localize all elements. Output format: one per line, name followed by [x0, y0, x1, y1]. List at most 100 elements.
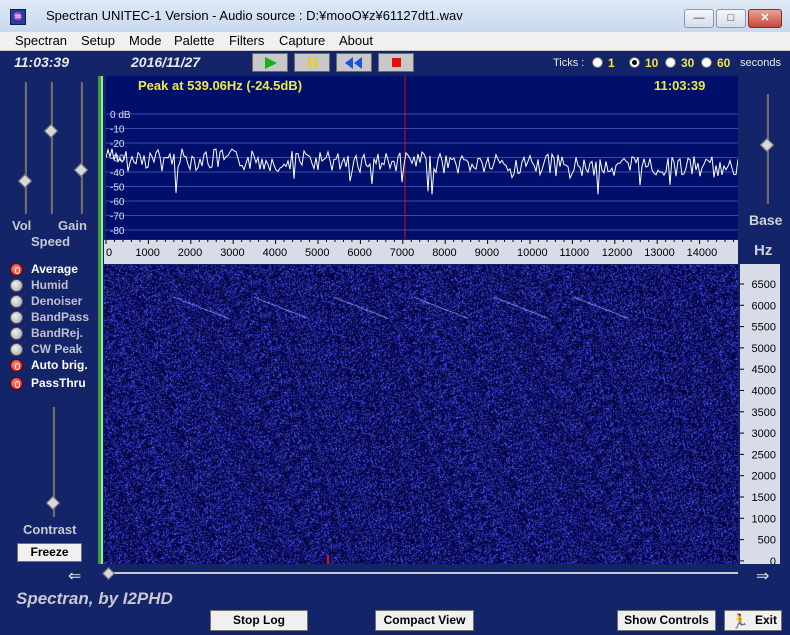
ticks-value-1: 1 [608, 56, 615, 70]
stop-log-button[interactable]: Stop Log [210, 610, 308, 631]
hz-label: 0 [770, 556, 776, 564]
freq-label: 11000 [559, 247, 589, 259]
compact-view-button[interactable]: Compact View [375, 610, 474, 631]
ticks-radio-30[interactable] [665, 57, 676, 68]
hz-label: 2000 [752, 471, 776, 483]
hz-label: 3500 [752, 407, 776, 419]
exit-label: Exit [754, 613, 777, 627]
freq-label: 6000 [347, 247, 371, 259]
led-icon [10, 327, 23, 340]
hz-label: 4500 [752, 364, 776, 376]
window-title: Spectran UNITEC-1 Version - Audio source… [46, 8, 463, 23]
ticks-radio-60[interactable] [701, 57, 712, 68]
frequency-ticks: 0 1000 2000 3000 4000 5000 6000 7000 8000 9000 100… [105, 240, 735, 259]
spectrum-display[interactable]: 0 dB-10-20-30-40-50-60-70-80 [106, 76, 738, 239]
freq-label: 3000 [220, 247, 244, 259]
option-label: PassThru [31, 376, 86, 390]
db-label: -20 [110, 139, 125, 150]
play-button[interactable] [252, 53, 288, 72]
option-label: Auto brig. [31, 358, 88, 372]
db-label: -10 [110, 125, 125, 136]
menu-spectran[interactable]: Spectran [15, 33, 67, 48]
base-label: Base [749, 212, 783, 228]
ticks-radio-1[interactable] [592, 57, 603, 68]
scroll-left-icon[interactable]: ⇐ [68, 566, 81, 586]
ticks-label: Ticks : [553, 57, 585, 69]
app-window: ♒ Spectran UNITEC-1 Version - Audio sour… [0, 0, 790, 635]
menu-capture[interactable]: Capture [279, 33, 325, 48]
vol-slider-knob[interactable] [17, 173, 33, 189]
hz-label: 3000 [752, 428, 776, 440]
rewind-icon [345, 57, 353, 69]
option-label: CW Peak [31, 342, 83, 356]
led-icon [10, 359, 23, 372]
peak-readout: Peak at 539.06Hz (-24.5dB) [138, 78, 303, 93]
db-label: -60 [110, 197, 125, 208]
freq-label: 1000 [135, 247, 159, 259]
hz-label: Hz [754, 242, 773, 259]
freq-label: 5000 [305, 247, 329, 259]
level-bar-highlight [101, 76, 103, 564]
speed-slider-knob[interactable] [43, 123, 59, 139]
db-labels: 0 dB-10-20-30-40-50-60-70-80 [110, 110, 131, 237]
vol-label: Vol [12, 218, 32, 233]
waterfall-display[interactable] [104, 265, 738, 564]
freq-label: 13000 [644, 247, 675, 259]
freq-label: 8000 [432, 247, 456, 259]
option-label: BandRej. [31, 326, 84, 340]
hz-label: 5500 [752, 322, 776, 334]
hz-ticks: 6500600055005000450040003500300025002000… [740, 279, 776, 564]
ticks-radio-10[interactable] [629, 57, 640, 68]
contrast-slider-knob[interactable] [45, 495, 61, 511]
frequency-axis: 0 1000 2000 3000 4000 5000 6000 7000 8000 9000 100… [104, 240, 738, 264]
title-bar: ♒ Spectran UNITEC-1 Version - Audio sour… [0, 0, 790, 33]
db-label: -80 [110, 226, 125, 237]
menu-filters[interactable]: Filters [229, 33, 264, 48]
hz-label: 1000 [752, 513, 776, 525]
pause-button[interactable] [294, 53, 330, 72]
freq-label: 14000 [687, 247, 718, 259]
freq-label: 2000 [178, 247, 202, 259]
freeze-button[interactable]: Freeze [17, 543, 82, 562]
close-button[interactable]: ✕ [748, 9, 782, 28]
base-slider-knob[interactable] [759, 137, 775, 153]
branding-label: Spectran, by I2PHD [16, 589, 173, 608]
led-icon [10, 263, 23, 276]
option-label: Humid [31, 278, 69, 292]
rewind-button[interactable] [336, 53, 372, 72]
hz-label: 1500 [752, 492, 776, 504]
gain-slider-track[interactable] [80, 82, 83, 214]
speed-label: Speed [31, 234, 71, 249]
gain-slider-knob[interactable] [73, 162, 89, 178]
menu-mode[interactable]: Mode [129, 33, 162, 48]
contrast-label: Contrast [23, 522, 77, 537]
stop-button[interactable] [378, 53, 414, 72]
app-icon[interactable]: ♒ [10, 9, 26, 25]
pause-icon [308, 57, 311, 68]
db-label: -40 [110, 168, 125, 179]
hz-label: 6500 [752, 279, 776, 291]
minimize-button[interactable]: — [684, 9, 714, 28]
ticks-value-10: 10 [645, 56, 659, 70]
exit-button[interactable]: 🏃 Exit [724, 610, 782, 631]
maximize-button[interactable]: □ [716, 9, 746, 28]
scroll-right-icon[interactable]: ⇒ [756, 566, 769, 586]
horizontal-scroll-knob[interactable] [102, 567, 115, 580]
horizontal-scroll-track[interactable] [104, 572, 738, 574]
vol-slider-track[interactable] [24, 82, 27, 214]
hz-label: 6000 [752, 300, 776, 312]
speed-slider-track[interactable] [50, 82, 53, 214]
menu-palette[interactable]: Palette [174, 33, 214, 48]
show-controls-button[interactable]: Show Controls [617, 610, 716, 631]
spectrum-time: 11:03:39 [654, 78, 706, 93]
db-label: 0 dB [110, 110, 131, 121]
freq-label: 9000 [475, 247, 499, 259]
led-icon [10, 279, 23, 292]
spectrum-grid [106, 113, 738, 231]
menu-setup[interactable]: Setup [81, 33, 115, 48]
clock-time: 11:03:39 [14, 54, 70, 70]
menu-bar: Spectran Setup Mode Palette Filters Capt… [0, 32, 790, 51]
menu-about[interactable]: About [339, 33, 373, 48]
ticks-value-60: 60 [717, 56, 731, 70]
ticks-unit: seconds [740, 57, 781, 69]
